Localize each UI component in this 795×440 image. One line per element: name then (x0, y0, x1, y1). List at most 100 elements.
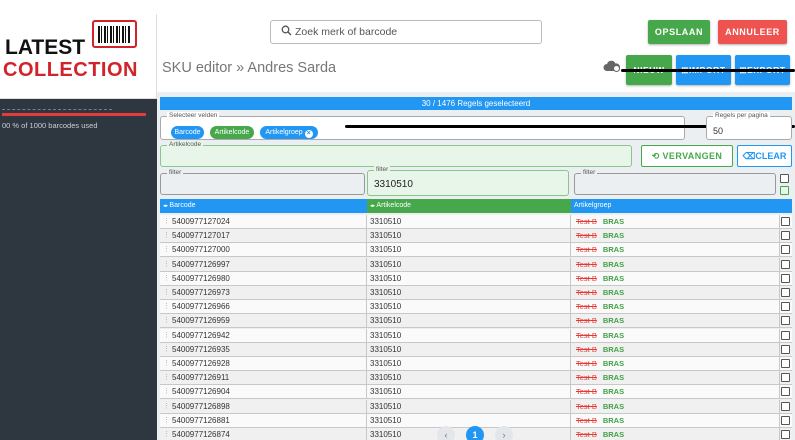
clear-button[interactable]: ⌫CLEAR (737, 145, 792, 167)
cell-artikelgroep[interactable]: Test B BRAS (571, 428, 780, 440)
row-checkbox[interactable] (781, 259, 790, 269)
cell-barcode[interactable]: ⋮ 5400977126881 (160, 413, 367, 428)
drag-handle-icon[interactable]: ⋮ (163, 243, 170, 257)
select-filtered-checkbox[interactable] (780, 186, 789, 195)
cell-artikelcode[interactable]: 3310510 (367, 413, 571, 428)
cell-artikelcode[interactable]: 3310510 (367, 371, 571, 386)
cell-artikelgroep[interactable]: Test B BRAS (571, 286, 780, 300)
row-checkbox[interactable] (781, 415, 790, 425)
cell-barcode[interactable]: ⋮ 5400977127024 (160, 215, 367, 229)
chip-artikelgroep[interactable]: Artikelgroep × (260, 126, 318, 139)
cell-barcode[interactable]: ⋮ 5400977126942 (160, 328, 367, 343)
row-checkbox[interactable] (781, 359, 790, 368)
table-row[interactable]: ⋮ 5400977126942 3310510 Test B BRAS (160, 328, 792, 343)
filter-barcode[interactable]: filter (160, 169, 365, 195)
drag-handle-icon[interactable]: ⋮ (163, 300, 170, 314)
cell-barcode[interactable]: ⋮ 5400977127000 (160, 243, 367, 258)
cell-barcode[interactable]: ⋮ 5400977126898 (160, 399, 367, 414)
search-box[interactable] (270, 20, 542, 44)
prev-page-button[interactable]: ‹ (437, 426, 455, 440)
filter-artikelcode[interactable]: filter 3310510 (367, 166, 569, 196)
cell-artikelcode[interactable]: 3310510 (367, 286, 571, 300)
drag-handle-icon[interactable]: ⋮ (163, 428, 170, 440)
cell-barcode[interactable]: ⋮ 5400977126904 (160, 385, 367, 400)
table-row[interactable]: ⋮ 5400977127017 3310510 Test B BRAS (160, 229, 792, 244)
row-checkbox[interactable] (781, 231, 790, 241)
cell-artikelcode[interactable]: 3310510 (367, 385, 571, 400)
cell-barcode[interactable]: ⋮ 5400977126874 (160, 428, 367, 440)
cell-artikelgroep[interactable]: Test B BRAS (571, 243, 780, 258)
chip-remove-icon[interactable]: × (304, 130, 313, 138)
row-checkbox[interactable] (781, 316, 790, 326)
drag-handle-icon[interactable]: ⋮ (163, 414, 170, 428)
table-row[interactable]: ⋮ 5400977126935 3310510 Test B BRAS (160, 342, 792, 357)
cell-artikelcode[interactable]: 3310510 (367, 342, 571, 357)
cell-artikelcode[interactable]: 3310510 (367, 300, 571, 315)
cell-artikelgroep[interactable]: Test B BRAS (571, 371, 780, 386)
table-row[interactable]: ⋮ 5400977126898 3310510 Test B BRAS (160, 399, 792, 414)
row-checkbox[interactable] (781, 373, 790, 383)
drag-handle-icon[interactable]: ⋮ (163, 357, 170, 371)
chip-artikelcode[interactable]: Artikelcode (210, 126, 254, 139)
row-checkbox[interactable] (781, 288, 790, 297)
row-checkbox[interactable] (781, 245, 790, 255)
row-checkbox[interactable] (781, 273, 790, 283)
cell-barcode[interactable]: ⋮ 5400977126966 (160, 300, 367, 315)
filter-artikelgroep[interactable]: filter (574, 169, 776, 195)
drag-handle-icon[interactable]: ⋮ (163, 385, 170, 399)
row-checkbox[interactable] (781, 302, 790, 312)
table-row[interactable]: ⋮ 5400977126911 3310510 Test B BRAS (160, 371, 792, 386)
cell-artikelcode[interactable]: 3310510 (367, 271, 571, 286)
cloud-sync-icon[interactable] (603, 60, 621, 72)
cell-artikelgroep[interactable]: Test B BRAS (571, 342, 780, 357)
cell-artikelcode[interactable]: 3310510 (367, 328, 571, 343)
table-row[interactable]: ⋮ 5400977127024 3310510 Test B BRAS (160, 215, 792, 229)
drag-handle-icon[interactable]: ⋮ (163, 272, 170, 286)
drag-handle-icon[interactable]: ⋮ (163, 229, 170, 243)
cell-barcode[interactable]: ⋮ 5400977126997 (160, 257, 367, 272)
table-row[interactable]: ⋮ 5400977126966 3310510 Test B BRAS (160, 300, 792, 315)
drag-handle-icon[interactable]: ⋮ (163, 329, 170, 343)
table-row[interactable]: ⋮ 5400977126997 3310510 Test B BRAS (160, 257, 792, 272)
cell-barcode[interactable]: ⋮ 5400977126980 (160, 271, 367, 286)
search-input[interactable] (295, 24, 535, 40)
cell-barcode[interactable]: ⋮ 5400977126911 (160, 371, 367, 386)
cell-barcode[interactable]: ⋮ 5400977126959 (160, 314, 367, 329)
cell-artikelcode[interactable]: 3310510 (367, 215, 571, 229)
row-checkbox[interactable] (781, 330, 790, 340)
logo[interactable]: LATEST COLLECTION (0, 14, 157, 99)
row-checkbox[interactable] (781, 217, 790, 226)
cell-artikelgroep[interactable]: Test B BRAS (571, 328, 780, 343)
cell-artikelcode[interactable]: 3310510 (367, 357, 571, 371)
cell-artikelcode[interactable]: 3310510 (367, 257, 571, 272)
cell-artikelcode[interactable]: 3310510 (367, 229, 571, 244)
replace-field[interactable]: Artikelcode (160, 141, 632, 167)
cell-artikelgroep[interactable]: Test B BRAS (571, 300, 780, 315)
drag-handle-icon[interactable]: ⋮ (163, 343, 170, 357)
column-header-artikelcode[interactable]: ◂▸ Artikelcode (367, 199, 571, 213)
drag-handle-icon[interactable]: ⋮ (163, 215, 170, 229)
cell-artikelgroep[interactable]: Test B BRAS (571, 271, 780, 286)
drag-handle-icon[interactable]: ⋮ (163, 258, 170, 272)
table-row[interactable]: ⋮ 5400977126904 3310510 Test B BRAS (160, 385, 792, 400)
cell-barcode[interactable]: ⋮ 5400977126928 (160, 357, 367, 371)
drag-handle-icon[interactable]: ⋮ (163, 286, 170, 300)
column-header-barcode[interactable]: ◂▸ Barcode (160, 199, 367, 213)
cell-artikelcode[interactable]: 3310510 (367, 314, 571, 329)
current-page-button[interactable]: 1 (466, 426, 484, 440)
table-row[interactable]: ⋮ 5400977127000 3310510 Test B BRAS (160, 243, 792, 258)
next-page-button[interactable]: › (495, 426, 513, 440)
chip-barcode[interactable]: Barcode (171, 126, 204, 139)
drag-handle-icon[interactable]: ⋮ (163, 314, 170, 328)
cell-barcode[interactable]: ⋮ 5400977127017 (160, 229, 367, 244)
cell-artikelgroep[interactable]: Test B BRAS (571, 385, 780, 400)
cell-artikelgroep[interactable]: Test B BRAS (571, 314, 780, 329)
per-page-box[interactable]: Regels per pagina 50 (706, 112, 792, 140)
cell-artikelcode[interactable]: 3310510 (367, 399, 571, 414)
cell-artikelgroep[interactable]: Test B BRAS (571, 399, 780, 414)
table-row[interactable]: ⋮ 5400977126959 3310510 Test B BRAS (160, 314, 792, 329)
cell-artikelgroep[interactable]: Test B BRAS (571, 257, 780, 272)
drag-handle-icon[interactable]: ⋮ (163, 371, 170, 385)
cell-artikelgroep[interactable]: Test B BRAS (571, 215, 780, 229)
save-button[interactable]: OPSLAAN (648, 20, 710, 44)
